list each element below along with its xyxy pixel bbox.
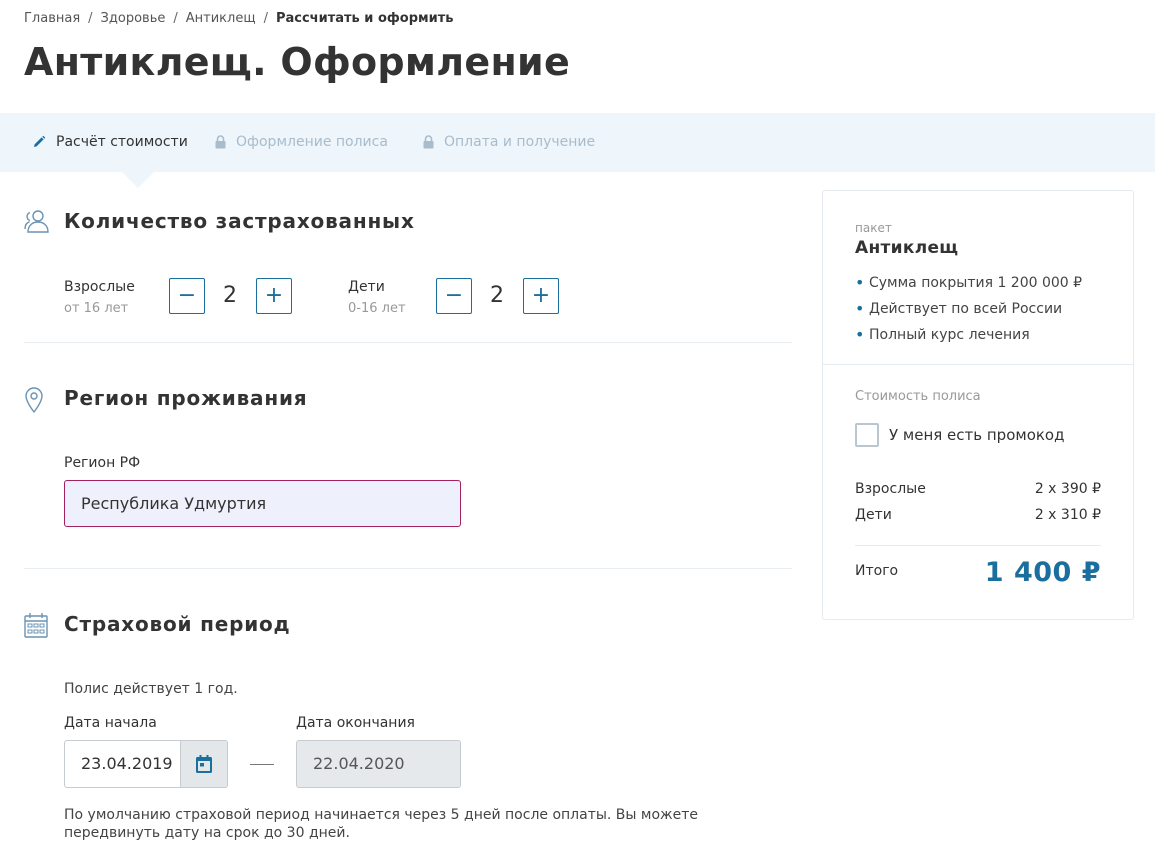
total-label: Итого [855,563,899,579]
children-count: 2 [490,283,504,308]
adults-age-range: от 16 лет [64,301,129,316]
price-row-value: 2 x 390 ₽ [1034,481,1101,497]
end-date-input: 22.04.2020 [296,740,461,788]
step-label: Оформление полиса [236,134,388,150]
breadcrumb: Главная / Здоровье / Антиклещ / Рассчита… [24,11,454,26]
lock-icon [215,135,226,149]
section-divider [24,568,792,569]
total-divider [855,545,1101,546]
breadcrumb-separator: / [263,11,268,26]
region-select[interactable]: Республика Удмуртия [64,480,461,527]
step-payment-delivery: Оплата и получение [423,134,595,150]
adults-decrement-button[interactable]: − [169,278,205,314]
section-title-period: Страховой период [64,612,291,636]
calendar-icon [196,755,212,773]
price-row-label: Дети [855,507,892,523]
breadcrumb-link-antitick[interactable]: Антиклещ [186,11,256,26]
start-date-input[interactable]: 23.04.2019 [64,740,181,788]
section-title-insured: Количество застрахованных [64,209,415,233]
calendar-icon [24,613,48,638]
lock-icon [423,135,434,149]
policy-duration-text: Полис действует 1 год. [64,681,238,697]
breadcrumb-link-health[interactable]: Здоровье [101,11,166,26]
step-price-calculation[interactable]: Расчёт стоимости [32,134,188,150]
price-row-value: 2 x 310 ₽ [1034,507,1101,523]
price-row-children: Дети 2 x 310 ₽ [855,507,1101,523]
feature-text: Сумма покрытия 1 200 000 ₽ [869,275,1083,291]
children-decrement-button[interactable]: − [436,278,472,314]
region-field-label: Регион РФ [64,455,141,471]
steps-bar: Расчёт стоимости Оформление полиса Оплат… [0,113,1155,172]
users-icon [24,210,49,233]
adults-label: Взрослые [64,279,135,295]
page-title: Антиклещ. Оформление [24,40,571,84]
adults-increment-button[interactable]: + [256,278,292,314]
policy-cost-label: Стоимость полиса [855,389,981,404]
children-label: Дети [348,279,385,295]
feature-text: Действует по всей России [869,301,1063,317]
summary-card: пакет Антиклещ • Сумма покрытия 1 200 000… [822,190,1134,620]
section-title-region: Регион проживания [64,386,308,410]
card-divider [823,364,1133,365]
step-label: Оплата и получение [444,134,596,150]
feature-text: Полный курс лечения [869,327,1030,343]
step-policy-registration: Оформление полиса [215,134,388,150]
period-note: По умолчанию страховой период начинается… [64,807,699,841]
section-divider [24,342,792,343]
promo-code-checkbox[interactable] [855,423,879,447]
package-features: • Сумма покрытия 1 200 000 ₽ • Действует п… [855,274,1082,352]
price-row-adults: Взрослые 2 x 390 ₽ [855,481,1101,497]
children-age-range: 0-16 лет [348,301,406,316]
breadcrumb-link-home[interactable]: Главная [24,11,80,26]
price-row-label: Взрослые [855,481,926,497]
list-item: • Полный курс лечения [855,326,1082,352]
start-date-label: Дата начала [64,715,157,731]
end-date-label: Дата окончания [296,715,415,731]
location-pin-icon [25,387,43,413]
breadcrumb-separator: / [173,11,178,26]
step-label: Расчёт стоимости [56,134,188,150]
promo-code-label: У меня есть промокод [889,426,1065,444]
package-name: Антиклещ [855,238,959,258]
promo-code-toggle[interactable]: У меня есть промокод [855,423,1064,447]
active-step-pointer [122,172,154,188]
date-range-dash [250,764,274,765]
calendar-picker-button[interactable] [180,740,228,788]
package-label: пакет [855,221,892,235]
list-item: • Сумма покрытия 1 200 000 ₽ [855,274,1082,300]
pencil-icon [34,135,46,147]
adults-count: 2 [223,283,237,308]
list-item: • Действует по всей России [855,300,1082,326]
children-increment-button[interactable]: + [523,278,559,314]
total-price: 1 400 ₽ [984,557,1101,588]
breadcrumb-separator: / [88,11,93,26]
breadcrumb-current: Рассчитать и оформить [275,11,454,26]
